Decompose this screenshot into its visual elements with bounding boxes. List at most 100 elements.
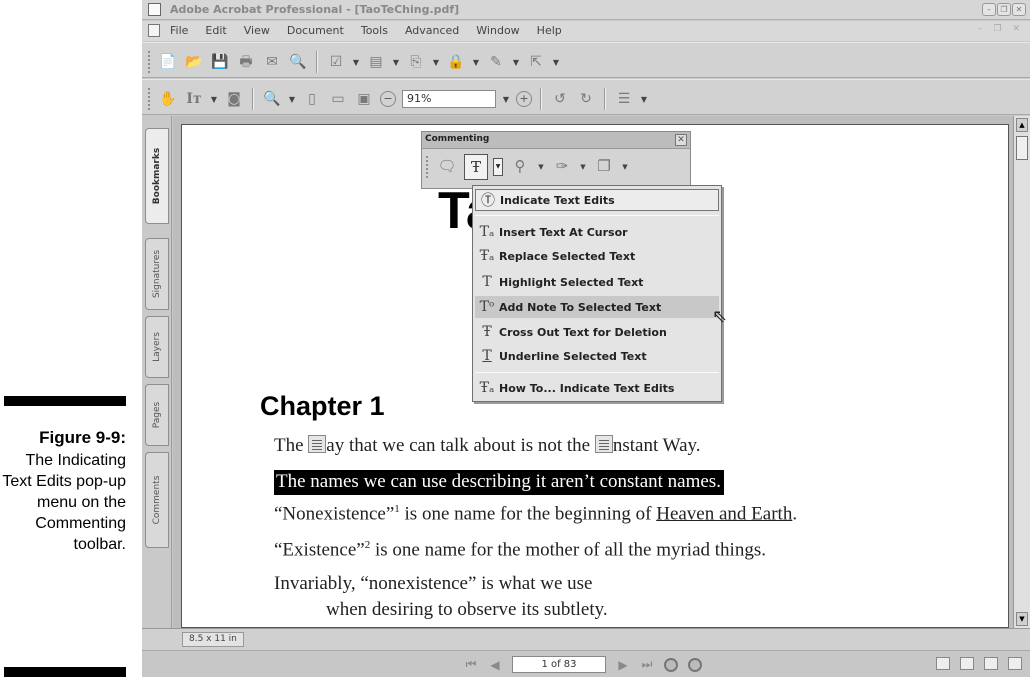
text-line-5[interactable]: Invariably, “nonexistence” is what we us… bbox=[274, 573, 592, 595]
text-edits-tool-icon[interactable]: Ŧ bbox=[464, 154, 488, 180]
first-page-icon[interactable]: ⏮ bbox=[464, 657, 478, 672]
toolbar-grip[interactable] bbox=[148, 88, 152, 110]
menu-document[interactable]: Document bbox=[287, 24, 344, 37]
chevron-down-icon[interactable]: ▼ bbox=[579, 163, 587, 171]
create-pdf-icon[interactable]: 📄 bbox=[158, 52, 178, 72]
chevron-down-icon[interactable]: ▼ bbox=[472, 58, 480, 67]
tab-layers[interactable]: Layers bbox=[145, 316, 169, 378]
last-page-icon[interactable]: ⏭ bbox=[640, 657, 654, 672]
page-layout-icon[interactable]: ☰ bbox=[614, 89, 634, 109]
save-icon[interactable]: 💾 bbox=[210, 52, 230, 72]
menu-item-add-note[interactable]: Tᵒ Add Note To Selected Text bbox=[475, 296, 719, 318]
menu-view[interactable]: View bbox=[244, 24, 270, 37]
note-comment-icon[interactable] bbox=[308, 435, 327, 453]
text-line-3[interactable]: “Nonexistence”1 is one name for the begi… bbox=[274, 503, 797, 525]
text-line-2-selected[interactable]: The names we can use describing it aren’… bbox=[274, 470, 724, 495]
restore-button[interactable]: ❐ bbox=[997, 3, 1011, 16]
chevron-down-icon[interactable]: ▼ bbox=[392, 58, 400, 67]
print-icon[interactable]: 🖶 bbox=[236, 52, 256, 72]
facing-icon[interactable] bbox=[984, 657, 998, 670]
show-comments-icon[interactable]: ❐ bbox=[592, 154, 616, 180]
search-icon[interactable]: 🔍 bbox=[288, 52, 308, 72]
text-line-4[interactable]: “Existence”2 is one name for the mother … bbox=[274, 539, 766, 561]
tab-bookmarks[interactable]: Bookmarks bbox=[145, 128, 169, 224]
fit-page-icon[interactable]: ▭ bbox=[328, 89, 348, 109]
text-line-6[interactable]: when desiring to observe its subtlety. bbox=[326, 599, 608, 621]
text-line-1[interactable]: The ay that we can talk about is not the… bbox=[274, 435, 701, 457]
chevron-down-icon[interactable]: ▼ bbox=[640, 95, 648, 104]
single-page-icon[interactable] bbox=[936, 657, 950, 670]
actual-size-icon[interactable]: ▯ bbox=[302, 89, 322, 109]
open-folder-icon[interactable]: 📂 bbox=[184, 52, 204, 72]
toolbar-grip[interactable] bbox=[148, 51, 152, 73]
page-number-input[interactable]: 1 of 83 bbox=[512, 656, 606, 673]
menu-help[interactable]: Help bbox=[537, 24, 562, 37]
page-size-indicator[interactable]: 8.5 x 11 in bbox=[182, 632, 244, 647]
vertical-scrollbar[interactable]: ▲ ▼ bbox=[1013, 116, 1030, 628]
chevron-down-icon[interactable]: ▼ bbox=[502, 95, 510, 104]
fit-width-icon[interactable]: ▣ bbox=[354, 89, 374, 109]
menu-item-indicate-text-edits[interactable]: Ⓣ Indicate Text Edits bbox=[475, 189, 719, 211]
chevron-down-icon[interactable]: ▼ bbox=[210, 95, 218, 104]
tab-pages[interactable]: Pages bbox=[145, 384, 169, 446]
note-tool-icon[interactable]: 🗨 bbox=[435, 154, 459, 180]
sign-pen-icon[interactable]: ✎ bbox=[486, 52, 506, 72]
chevron-down-icon[interactable]: ▼ bbox=[552, 58, 560, 67]
menu-advanced[interactable]: Advanced bbox=[405, 24, 459, 37]
close-icon[interactable]: ✕ bbox=[675, 134, 687, 146]
menu-item-cross-out[interactable]: Ŧ Cross Out Text for Deletion bbox=[475, 321, 719, 343]
menu-item-highlight-text[interactable]: T Highlight Selected Text bbox=[475, 271, 719, 293]
snapshot-icon[interactable]: ◙ bbox=[224, 89, 244, 109]
commenting-toolbar-titlebar[interactable]: Commenting ✕ bbox=[422, 132, 690, 149]
menu-tools[interactable]: Tools bbox=[361, 24, 388, 37]
close-window-button[interactable]: ✕ bbox=[1012, 3, 1026, 16]
menu-item-underline-text[interactable]: T Underline Selected Text bbox=[475, 345, 719, 367]
review-comment-icon[interactable]: ☑ bbox=[326, 52, 346, 72]
toolbar-grip[interactable] bbox=[426, 156, 430, 178]
chevron-down-icon[interactable]: ▼ bbox=[352, 58, 360, 67]
select-text-icon[interactable]: Iт bbox=[184, 89, 204, 109]
previous-page-icon[interactable]: ◀ bbox=[488, 658, 502, 672]
document-icon[interactable] bbox=[148, 24, 160, 37]
menu-window[interactable]: Window bbox=[476, 24, 519, 37]
chevron-down-icon[interactable]: ▼ bbox=[537, 163, 545, 171]
next-view-icon[interactable] bbox=[688, 657, 702, 672]
select-arrow-icon[interactable]: ⇱ bbox=[526, 52, 546, 72]
secure-icon[interactable]: 🔒 bbox=[446, 52, 466, 72]
selected-text[interactable]: The names we can use describing it aren’… bbox=[274, 470, 724, 495]
zoom-in-tool-icon[interactable]: 🔍 bbox=[262, 89, 282, 109]
chevron-down-icon[interactable]: ▼ bbox=[288, 95, 296, 104]
menu-edit[interactable]: Edit bbox=[205, 24, 226, 37]
hand-tool-icon[interactable]: ✋ bbox=[158, 89, 178, 109]
previous-view-icon[interactable] bbox=[664, 657, 678, 672]
tab-signatures[interactable]: Signatures bbox=[145, 238, 169, 310]
next-page-icon[interactable]: ▶ bbox=[616, 658, 630, 672]
zoom-out-icon[interactable]: − bbox=[380, 91, 396, 107]
continuous-facing-icon[interactable] bbox=[1008, 657, 1022, 670]
chevron-down-icon[interactable]: ▼ bbox=[621, 163, 629, 171]
tab-comments[interactable]: Comments bbox=[145, 452, 169, 548]
stamp-tool-icon[interactable]: ⚲ bbox=[508, 154, 532, 180]
menu-item-how-to[interactable]: Ŧₐ How To... Indicate Text Edits bbox=[475, 377, 719, 399]
export-icon[interactable]: ⎘ bbox=[406, 52, 426, 72]
menu-item-insert-text[interactable]: Tₐ Insert Text At Cursor bbox=[475, 221, 719, 243]
menu-file[interactable]: File bbox=[170, 24, 188, 37]
menu-item-replace-text[interactable]: Ŧₐ Replace Selected Text bbox=[475, 245, 719, 267]
highlighter-tool-icon[interactable]: ✑ bbox=[550, 154, 574, 180]
scroll-thumb[interactable] bbox=[1016, 136, 1028, 160]
forms-icon[interactable]: ▤ bbox=[366, 52, 386, 72]
zoom-in-icon[interactable]: + bbox=[516, 91, 532, 107]
chevron-down-icon[interactable]: ▼ bbox=[512, 58, 520, 67]
rotate-cw-icon[interactable]: ↻ bbox=[576, 89, 596, 109]
scroll-down-icon[interactable]: ▼ bbox=[1016, 612, 1028, 626]
note-comment-icon[interactable] bbox=[594, 435, 613, 453]
text-edits-dropdown-icon[interactable]: ▼ bbox=[493, 158, 503, 176]
email-icon[interactable]: ✉ bbox=[262, 52, 282, 72]
continuous-icon[interactable] bbox=[960, 657, 974, 670]
minimize-button[interactable]: – bbox=[982, 3, 996, 16]
chevron-down-icon[interactable]: ▼ bbox=[432, 58, 440, 67]
rotate-ccw-icon[interactable]: ↺ bbox=[550, 89, 570, 109]
scroll-up-icon[interactable]: ▲ bbox=[1016, 118, 1028, 132]
document-window-controls[interactable]: – ❐ ✕ bbox=[978, 24, 1024, 34]
zoom-input[interactable]: 91% bbox=[402, 90, 496, 108]
